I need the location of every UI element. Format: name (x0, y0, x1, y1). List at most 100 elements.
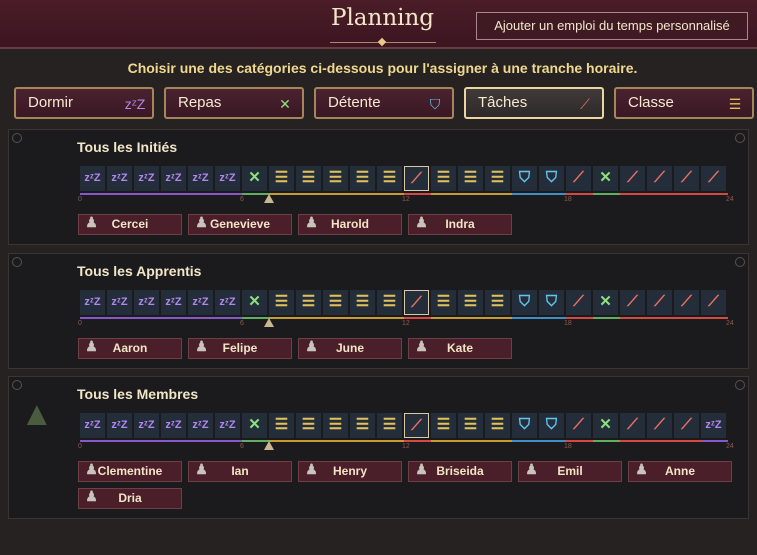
hour-slot-5[interactable]: zᶻZ (215, 290, 240, 315)
hour-slot-11[interactable]: ☰ (377, 166, 402, 191)
member-button[interactable]: ♟ Clementine (78, 461, 182, 482)
hour-slot-17[interactable]: ⛉ (539, 413, 564, 438)
hour-slot-22[interactable]: ⟋ (674, 166, 699, 191)
hour-slot-14[interactable]: ☰ (458, 413, 483, 438)
hour-slot-6[interactable]: ✕ (242, 166, 267, 191)
member-button[interactable]: ♟ Dria (78, 488, 182, 509)
hour-slot-20[interactable]: ⟋ (620, 413, 645, 438)
category-classe-button[interactable]: Classe ☰ (614, 87, 754, 119)
member-button[interactable]: ♟ June (298, 338, 402, 359)
hour-slot-18[interactable]: ⟋ (566, 413, 591, 438)
hour-slot-2[interactable]: zᶻZ (134, 290, 159, 315)
category-repas-button[interactable]: Repas ✕ (164, 87, 304, 119)
timeline-segment (107, 317, 134, 319)
hour-slot-6[interactable]: ✕ (242, 413, 267, 438)
hour-slot-12[interactable]: ⟋ (404, 166, 429, 191)
hour-slot-21[interactable]: ⟋ (647, 413, 672, 438)
hour-slot-row: zᶻZ zᶻZ zᶻZ zᶻZ zᶻZ zᶻZ ✕ ☰ ☰ ☰ ☰ ☰ ⟋ ☰ ☰ ☰ ⛉ ⛉ ⟋ ✕ ⟋ ⟋ ⟋ ⟋ (80, 290, 728, 316)
hour-slot-5[interactable]: zᶻZ (215, 413, 240, 438)
hour-slot-10[interactable]: ☰ (350, 413, 375, 438)
hour-slot-8[interactable]: ☰ (296, 290, 321, 315)
member-button[interactable]: ♟ Kate (408, 338, 512, 359)
hour-slot-4[interactable]: zᶻZ (188, 413, 213, 438)
hour-slot-8[interactable]: ☰ (296, 166, 321, 191)
category-detente-button[interactable]: Détente ⛉ (314, 87, 454, 119)
hour-slot-3[interactable]: zᶻZ (161, 166, 186, 191)
hour-slot-22[interactable]: ⟋ (674, 413, 699, 438)
member-button[interactable]: ♟ Aaron (78, 338, 182, 359)
member-button[interactable]: ♟ Cercei (78, 214, 182, 235)
member-button[interactable]: ♟ Felipe (188, 338, 292, 359)
hour-slot-13[interactable]: ☰ (431, 290, 456, 315)
timeline-segment (296, 317, 323, 319)
hour-slot-0[interactable]: zᶻZ (80, 166, 105, 191)
hour-slot-6[interactable]: ✕ (242, 290, 267, 315)
hour-slot-12[interactable]: ⟋ (404, 290, 429, 315)
hour-slot-11[interactable]: ☰ (377, 413, 402, 438)
hour-slot-16[interactable]: ⛉ (512, 290, 537, 315)
hour-slot-15[interactable]: ☰ (485, 166, 510, 191)
hour-slot-18[interactable]: ⟋ (566, 166, 591, 191)
member-button[interactable]: ♟ Indra (408, 214, 512, 235)
member-button[interactable]: ♟ Genevieve (188, 214, 292, 235)
member-button[interactable]: ♟ Harold (298, 214, 402, 235)
hour-slot-9[interactable]: ☰ (323, 290, 348, 315)
hour-slot-7[interactable]: ☰ (269, 166, 294, 191)
hour-slot-5[interactable]: zᶻZ (215, 166, 240, 191)
hour-slot-21[interactable]: ⟋ (647, 166, 672, 191)
hour-slot-19[interactable]: ✕ (593, 413, 618, 438)
member-button[interactable]: ♟ Briseida (408, 461, 512, 482)
hour-slot-1[interactable]: zᶻZ (107, 413, 132, 438)
hour-slot-18[interactable]: ⟋ (566, 290, 591, 315)
hour-slot-17[interactable]: ⛉ (539, 290, 564, 315)
hour-slot-3[interactable]: zᶻZ (161, 413, 186, 438)
hour-slot-8[interactable]: ☰ (296, 413, 321, 438)
hour-slot-20[interactable]: ⟋ (620, 166, 645, 191)
hour-slot-12[interactable]: ⟋ (404, 413, 429, 438)
hour-slot-20[interactable]: ⟋ (620, 290, 645, 315)
category-label: Repas (178, 94, 222, 111)
timeline-segment (134, 317, 161, 319)
member-button[interactable]: ♟ Ian (188, 461, 292, 482)
hour-slot-14[interactable]: ☰ (458, 166, 483, 191)
hour-slot-13[interactable]: ☰ (431, 166, 456, 191)
hour-slot-15[interactable]: ☰ (485, 290, 510, 315)
add-custom-schedule-button[interactable]: Ajouter un emploi du temps personnalisé (476, 12, 748, 40)
hour-slot-23[interactable]: zᶻZ (701, 413, 726, 438)
hour-slot-16[interactable]: ⛉ (512, 413, 537, 438)
hour-slot-7[interactable]: ☰ (269, 290, 294, 315)
hour-slot-23[interactable]: ⟋ (701, 166, 726, 191)
hour-slot-7[interactable]: ☰ (269, 413, 294, 438)
member-button[interactable]: ♟ Emil (518, 461, 622, 482)
timeline-segment (647, 193, 674, 195)
hour-slot-10[interactable]: ☰ (350, 166, 375, 191)
hour-slot-0[interactable]: zᶻZ (80, 290, 105, 315)
hour-slot-0[interactable]: zᶻZ (80, 413, 105, 438)
hour-slot-1[interactable]: zᶻZ (107, 166, 132, 191)
hour-slot-23[interactable]: ⟋ (701, 290, 726, 315)
hour-slot-2[interactable]: zᶻZ (134, 413, 159, 438)
member-button[interactable]: ♟ Anne (628, 461, 732, 482)
hour-slot-21[interactable]: ⟋ (647, 290, 672, 315)
hour-slot-1[interactable]: zᶻZ (107, 290, 132, 315)
category-taches-button[interactable]: Tâches ⟋ (464, 87, 604, 119)
hour-slot-19[interactable]: ✕ (593, 290, 618, 315)
hour-tick-label: 0 (78, 320, 82, 327)
hour-slot-13[interactable]: ☰ (431, 413, 456, 438)
hour-slot-3[interactable]: zᶻZ (161, 290, 186, 315)
hour-slot-16[interactable]: ⛉ (512, 166, 537, 191)
hour-slot-4[interactable]: zᶻZ (188, 166, 213, 191)
hour-slot-2[interactable]: zᶻZ (134, 166, 159, 191)
hour-slot-14[interactable]: ☰ (458, 290, 483, 315)
hour-slot-15[interactable]: ☰ (485, 413, 510, 438)
hour-slot-4[interactable]: zᶻZ (188, 290, 213, 315)
hour-slot-22[interactable]: ⟋ (674, 290, 699, 315)
hour-slot-9[interactable]: ☰ (323, 166, 348, 191)
hour-slot-11[interactable]: ☰ (377, 290, 402, 315)
hour-slot-9[interactable]: ☰ (323, 413, 348, 438)
hour-slot-19[interactable]: ✕ (593, 166, 618, 191)
hour-slot-10[interactable]: ☰ (350, 290, 375, 315)
hour-slot-17[interactable]: ⛉ (539, 166, 564, 191)
category-dormir-button[interactable]: Dormir zᶻZ (14, 87, 154, 119)
member-button[interactable]: ♟ Henry (298, 461, 402, 482)
